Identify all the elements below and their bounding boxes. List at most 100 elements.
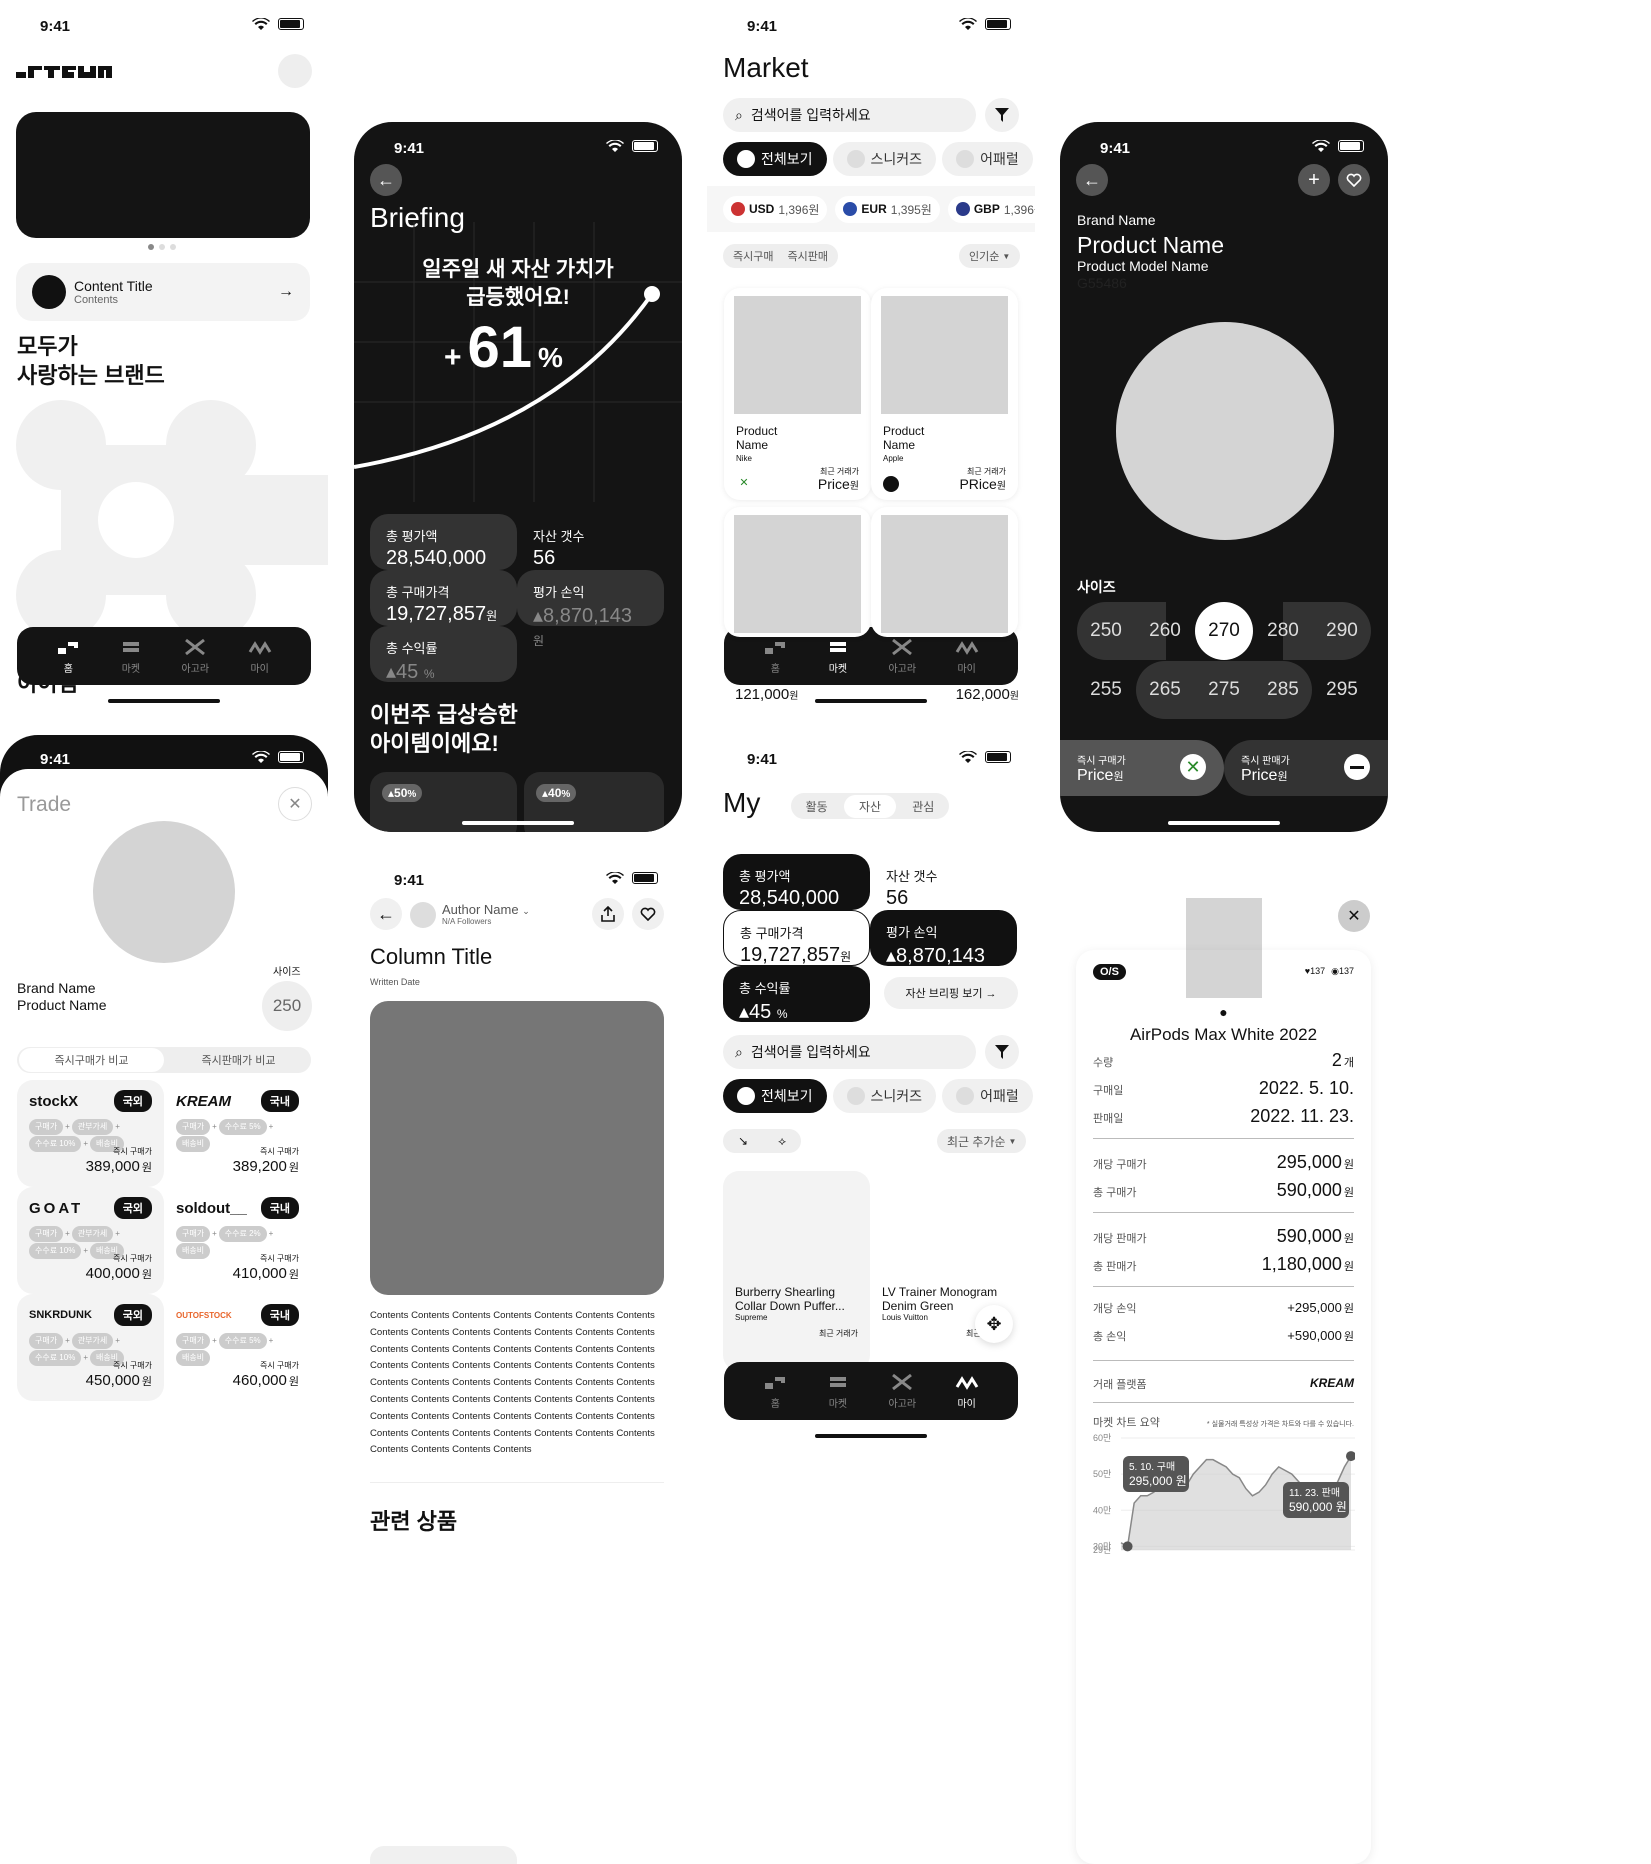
back-button[interactable]: ← [370, 164, 402, 196]
view-toggle[interactable]: ↘ ⟡ [723, 1129, 801, 1153]
category-pill[interactable]: 어패럴 [942, 142, 1033, 176]
tab-agora[interactable]: 아고라 [181, 638, 209, 675]
growth-percent: + 61 % [444, 315, 563, 380]
category-pill[interactable]: 스니커즈 [832, 142, 937, 176]
platform-card[interactable]: stockX 국외 구매가 + 관부가세 +수수료 10% + 배송비 즉시 구매가 389,00… [17, 1080, 164, 1187]
size-option[interactable]: 285 [1254, 661, 1312, 719]
category-pill[interactable]: 전체보기 [723, 142, 827, 176]
buy-marker[interactable] [1122, 1541, 1133, 1552]
size-option[interactable]: 250 [1077, 602, 1135, 660]
tab-my[interactable]: 마이 [955, 1373, 979, 1410]
product-card[interactable] [724, 507, 871, 637]
tab-market[interactable]: 마켓 [826, 1373, 850, 1410]
caret-down-icon: ▼ [1008, 1136, 1017, 1146]
back-button[interactable]: ← [370, 898, 402, 930]
close-button[interactable]: ✕ [278, 787, 312, 821]
model-code: G55486 [1077, 275, 1127, 291]
size-option[interactable]: 290 [1313, 602, 1371, 660]
size-option[interactable]: 295 [1313, 661, 1371, 719]
stat-total-purchase: 총 구매가격 19,727,857원 [723, 910, 870, 966]
filter-button[interactable] [985, 1035, 1019, 1069]
related-item[interactable] [370, 1846, 517, 1864]
tab-home[interactable]: 홈 [763, 638, 787, 675]
size-selector[interactable]: 250 [262, 981, 312, 1031]
author-followers: N/A Followers [442, 917, 492, 926]
banner[interactable] [16, 112, 310, 238]
close-button[interactable]: ✕ [1338, 900, 1370, 932]
platform-card[interactable]: GOAT 국외 구매가 + 관부가세 +수수료 10% + 배송비 즉시 구매가 400,000 원 [17, 1187, 164, 1294]
grid-view-icon[interactable]: ↘ [738, 1134, 748, 1148]
platform-card[interactable]: soldout__ 국내 구매가 + 수수료 2% +배송비 즉시 구매가 410,000 원 [164, 1187, 311, 1294]
filter-icon [995, 108, 1009, 122]
sort-dropdown[interactable]: 인기순 ▼ [959, 244, 1021, 268]
share-button[interactable] [592, 898, 624, 930]
like-button[interactable] [1338, 164, 1370, 196]
size-option[interactable]: 270 [1195, 602, 1253, 660]
sort-dropdown[interactable]: 최근 추가순 ▼ [937, 1129, 1027, 1153]
tab-market[interactable]: 마켓 [119, 638, 143, 675]
author-avatar[interactable] [410, 902, 436, 928]
platform-card[interactable]: SNKRDUNK 국외 구매가 + 관부가세 +수수료 10% + 배송비 즉시 구매가 450,… [17, 1294, 164, 1401]
compare-toggle[interactable]: 즉시구매가 비교 즉시판매가 비교 [17, 1047, 311, 1073]
briefing-button[interactable]: 자산 브리핑 보기 → [884, 977, 1018, 1009]
region-badge: 국외 [113, 1304, 152, 1326]
content-card[interactable]: Content Title Contents → [16, 263, 310, 321]
size-option[interactable]: 260 [1136, 602, 1194, 660]
filter-button[interactable] [985, 98, 1019, 132]
asset-card[interactable]: Burberry Shearling Collar Down Puffer... … [723, 1171, 870, 1371]
product-card[interactable]: Product Name Nike ✕ 최근 거래가 Price원 [724, 288, 871, 500]
y-tick-label: 29만 [1093, 1545, 1111, 1555]
tab-buy-compare[interactable]: 즉시구매가 비교 [19, 1048, 164, 1072]
size-option[interactable]: 265 [1136, 661, 1194, 719]
search-bar[interactable]: ⌕ 검색어를 입력하세요 [723, 98, 976, 132]
body-line: Contents Contents Contents Contents Cont… [370, 1326, 655, 1338]
author-info[interactable]: Author Name ⌄ N/A Followers [442, 902, 530, 926]
price-value: 460,000 [232, 1372, 287, 1389]
product-card[interactable]: Product Name Apple 최근 거래가 PRice원 [871, 288, 1018, 500]
platform-card[interactable]: KREAM 국내 구매가 + 수수료 5% +배송비 즉시 구매가 389,200 원 [164, 1080, 311, 1187]
body-line: Contents Contents Contents Contents [370, 1444, 532, 1456]
fx-chip[interactable]: GBP1,396원 [947, 195, 1035, 223]
buy-price-card[interactable]: 즉시 구매가 Price원 ✕ [1060, 740, 1224, 796]
search-input[interactable]: 검색어를 입력하세요 [751, 105, 871, 125]
product-card[interactable] [871, 507, 1018, 637]
profile-avatar[interactable] [278, 54, 312, 88]
my-segment[interactable]: 활동 자산 관심 [791, 793, 949, 819]
region-badge: 국외 [113, 1197, 152, 1219]
add-button[interactable]: + [1298, 164, 1330, 196]
size-option[interactable]: 255 [1077, 661, 1135, 719]
fx-chip[interactable]: USD 1,396원 [723, 195, 828, 223]
tab-sell-compare[interactable]: 즉시판매가 비교 [166, 1052, 311, 1068]
category-pill[interactable]: 어패럴 [942, 1079, 1033, 1113]
tab-bar: 홈 마켓 아고라 마이 [17, 627, 311, 685]
search-bar[interactable]: ⌕ 검색어를 입력하세요 [723, 1035, 976, 1069]
home-tab-icon [765, 1376, 786, 1389]
category-pill[interactable]: 스니커즈 [832, 1079, 937, 1113]
size-option[interactable]: 280 [1254, 602, 1312, 660]
tab-my[interactable]: 마이 [955, 638, 979, 675]
trade-type-toggle[interactable]: 즉시구매 즉시판매 [723, 244, 838, 268]
sell-tooltip: 11. 23. 판매590,000 원 [1283, 1482, 1349, 1518]
eu-flag-icon [843, 202, 858, 216]
stockx-logo-icon: ✕ [1180, 754, 1206, 780]
tab-home[interactable]: 홈 [763, 1373, 787, 1410]
list-view-icon[interactable]: ⟡ [778, 1134, 786, 1149]
svg-text:295,000 원: 295,000 원 [1129, 1474, 1187, 1488]
battery-icon [278, 751, 304, 763]
category-pill[interactable]: 전체보기 [723, 1079, 827, 1113]
back-button[interactable]: ← [1076, 164, 1108, 196]
tab-market[interactable]: 마켓 [826, 638, 850, 675]
sell-marker[interactable] [1346, 1451, 1355, 1462]
tab-home[interactable]: 홈 [56, 638, 80, 675]
size-option[interactable]: 275 [1195, 661, 1253, 719]
like-button[interactable] [632, 898, 664, 930]
fx-chip[interactable]: EUR 1,395원 [835, 195, 940, 223]
search-input[interactable]: 검색어를 입력하세요 [751, 1042, 871, 1062]
tab-my[interactable]: 마이 [248, 638, 272, 675]
divider [1093, 1286, 1354, 1287]
tab-agora[interactable]: 아고라 [888, 638, 916, 675]
tab-agora[interactable]: 아고라 [888, 1373, 916, 1410]
platform-card[interactable]: OUTOFSTOCK 국내 구매가 + 수수료 5% +배송비 즉시 구매가 460,000 원 [164, 1294, 311, 1401]
sell-price-card[interactable]: 즉시 판매가 Price원 [1224, 740, 1388, 796]
add-fab[interactable]: ✥ [975, 1305, 1013, 1343]
